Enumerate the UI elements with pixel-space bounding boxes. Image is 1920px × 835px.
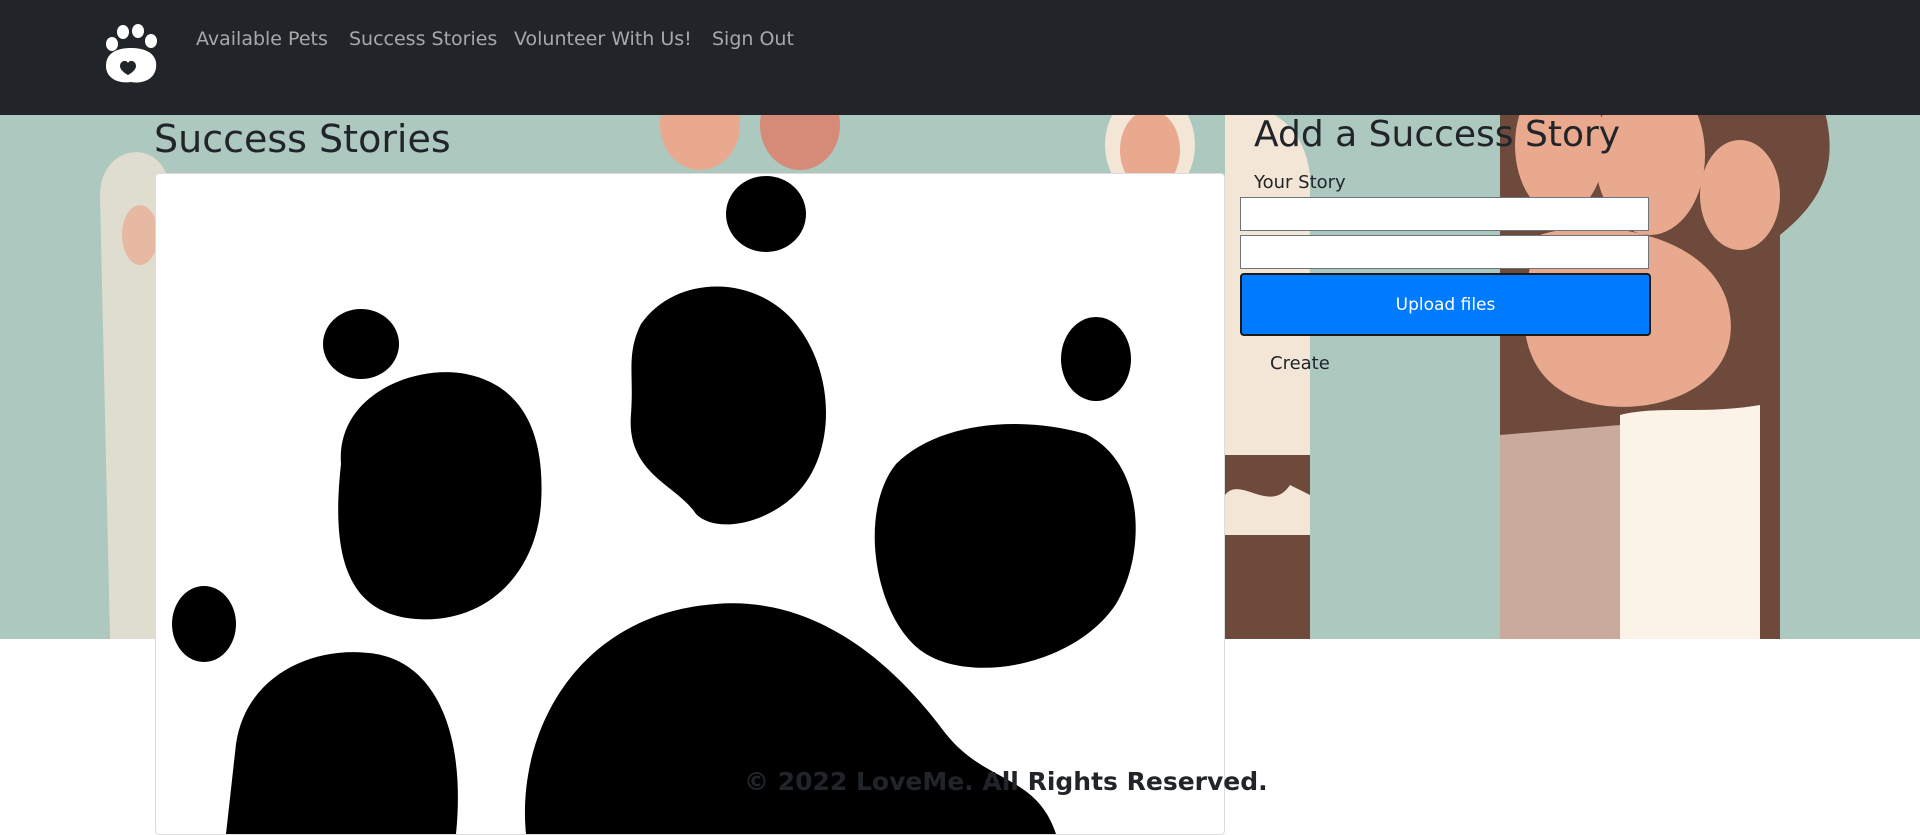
nav-link-success-stories[interactable]: Success Stories (349, 28, 497, 50)
form-title: Add a Success Story (1254, 114, 1621, 155)
file-input[interactable] (1240, 235, 1649, 269)
navbar: Available Pets Success Stories Volunteer… (0, 0, 1920, 115)
brand-logo-link[interactable] (98, 22, 164, 88)
paw-heart-icon (106, 24, 157, 83)
footer-copyright: © 2022 LoveMe. All Rights Reserved. (744, 767, 1268, 796)
upload-files-button[interactable]: Upload files (1240, 273, 1651, 336)
story-label: Your Story (1254, 172, 1346, 193)
nav-link-volunteer[interactable]: Volunteer With Us! (514, 28, 692, 50)
story-card (155, 173, 1225, 835)
nav-link-sign-out[interactable]: Sign Out (712, 28, 794, 50)
nav-link-available-pets[interactable]: Available Pets (196, 28, 328, 50)
story-input[interactable] (1240, 197, 1649, 231)
create-button[interactable]: Create (1262, 349, 1338, 378)
paw-print-icon (172, 176, 1136, 834)
page-title: Success Stories (154, 117, 451, 161)
